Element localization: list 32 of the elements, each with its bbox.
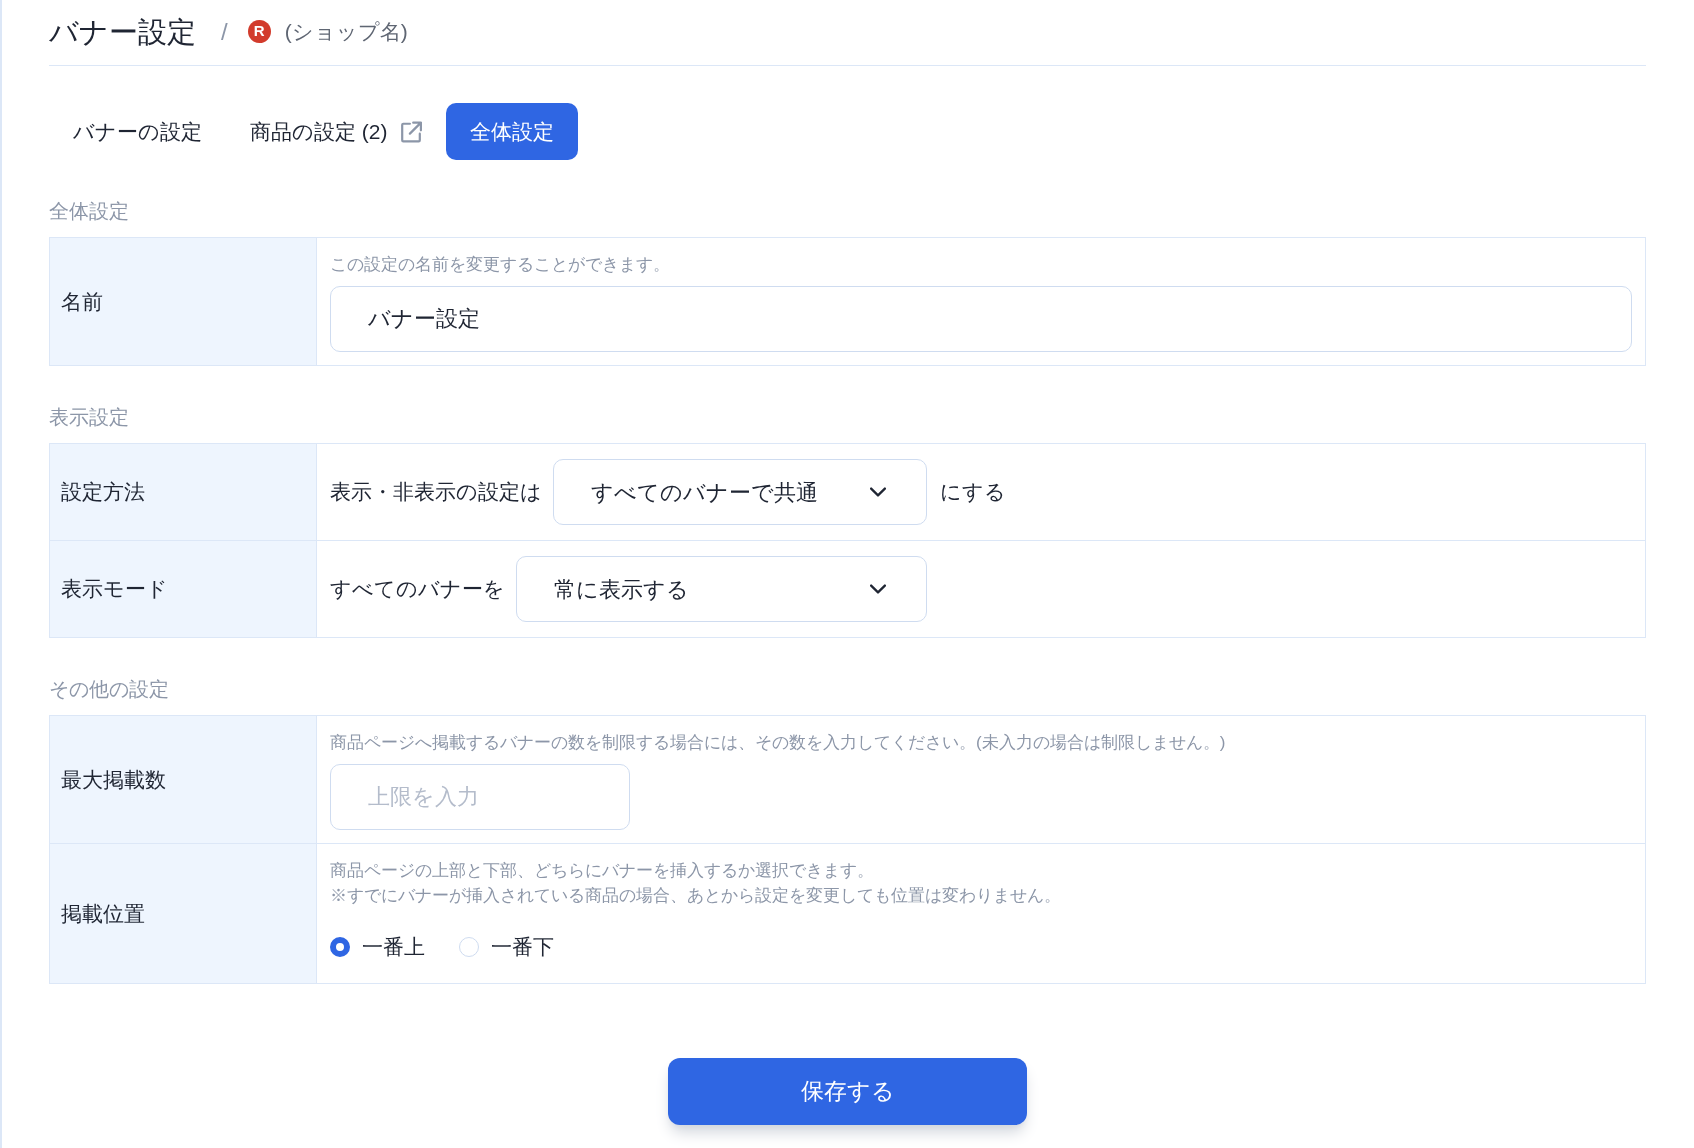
tab[interactable]: バナーの設定 bbox=[49, 103, 226, 160]
row-label: 最大掲載数 bbox=[61, 766, 166, 793]
radio-label[interactable]: 一番下 bbox=[491, 934, 554, 960]
tab[interactable]: 商品の設定 (2) bbox=[226, 103, 446, 160]
shop-logo: R bbox=[247, 20, 271, 43]
row-label: 名前 bbox=[61, 288, 103, 315]
page-title: バナー設定 bbox=[49, 14, 196, 50]
field-hint: 商品ページの上部と下部、どちらにバナーを挿入するか選択できます。 bbox=[330, 860, 875, 882]
number-input[interactable]: 上限を入力 bbox=[330, 764, 630, 830]
row-label: 設定方法 bbox=[61, 479, 145, 505]
row-label: 掲載位置 bbox=[61, 900, 145, 927]
field-hint: ※すでにバナーが挿入されている商品の場合、あとから設定を変更しても位置は変わりません。 bbox=[330, 885, 1062, 907]
dropdown[interactable]: 常に表示する bbox=[516, 556, 927, 622]
inline-label: 表示・非表示の設定は bbox=[330, 479, 542, 505]
dropdown[interactable]: すべてのバナーで共通 bbox=[553, 459, 927, 525]
breadcrumb-separator: / bbox=[221, 16, 228, 47]
field-hint: 商品ページへ掲載するバナーの数を制限する場合には、その数を入力してください。(未入力の場合は制限しません。) bbox=[330, 732, 1227, 754]
text-input[interactable]: バナー設定 bbox=[330, 286, 1632, 352]
chevron-down-icon bbox=[870, 584, 886, 594]
field-hint: この設定の名前を変更することができます。 bbox=[330, 254, 671, 276]
shop-name: (ショップ名) bbox=[284, 18, 408, 45]
tab[interactable]: 全体設定 bbox=[445, 103, 578, 160]
radio-button[interactable] bbox=[330, 937, 350, 957]
inline-label: にする bbox=[940, 479, 1006, 505]
section-title: その他の設定 bbox=[49, 677, 170, 702]
save-button[interactable]: 保存する bbox=[668, 1058, 1027, 1125]
section-title: 表示設定 bbox=[49, 405, 130, 430]
section-title: 全体設定 bbox=[49, 199, 130, 224]
inline-label: すべてのバナーを bbox=[330, 576, 505, 602]
radio-label[interactable]: 一番上 bbox=[362, 934, 425, 960]
chevron-down-icon bbox=[870, 487, 886, 497]
row-label: 表示モード bbox=[61, 576, 168, 602]
